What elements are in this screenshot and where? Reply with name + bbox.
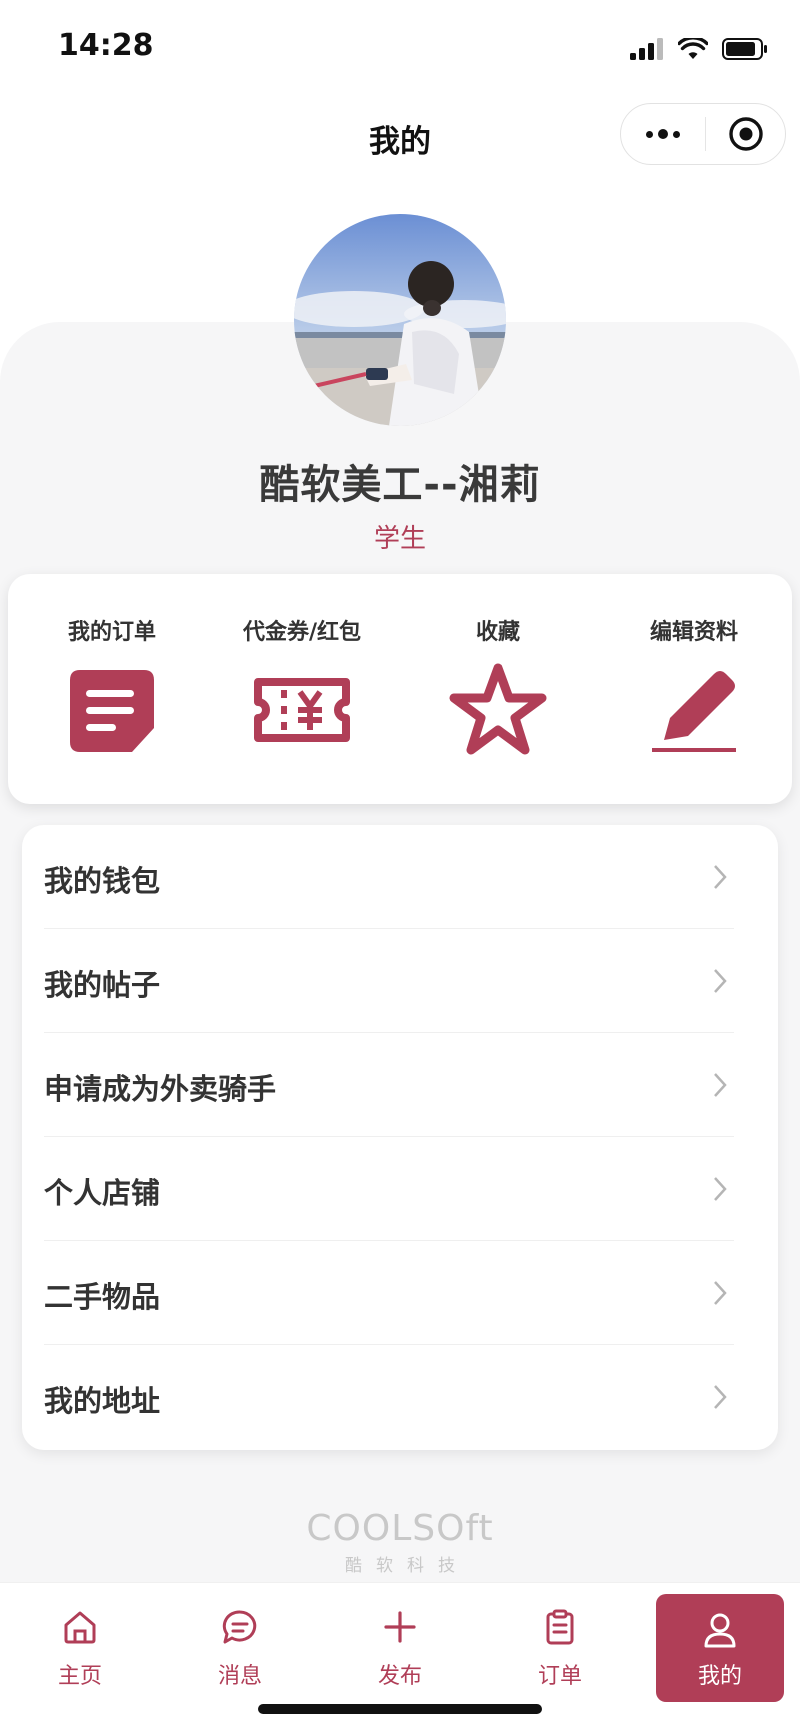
tab-label: 主页 — [57, 1664, 102, 1689]
edit-profile-button[interactable]: 编辑资料 — [614, 574, 774, 804]
mini-program-capsule — [620, 103, 786, 165]
menu-item-label: 二手物品 — [44, 1280, 161, 1314]
favorites-button[interactable]: 收藏 — [418, 574, 578, 804]
chevron-right-icon — [714, 865, 727, 889]
coupons-button[interactable]: 代金券/红包 — [222, 574, 382, 804]
tab-mine[interactable]: 我的 — [656, 1594, 784, 1702]
menu-item-personal-shop[interactable]: 个人店铺 — [22, 1137, 756, 1241]
wifi-icon — [678, 38, 708, 59]
user-role: 学生 — [373, 524, 426, 554]
coupons-label: 代金券/红包 — [242, 620, 362, 645]
menu-item-label: 个人店铺 — [44, 1176, 161, 1210]
star-icon — [449, 663, 547, 755]
status-time: 14:28 — [58, 28, 154, 63]
menu-item-wallet[interactable]: 我的钱包 — [22, 825, 756, 929]
menu-item-label: 我的地址 — [44, 1384, 161, 1418]
tab-label: 订单 — [537, 1664, 582, 1689]
menu-item-label: 申请成为外卖骑手 — [44, 1072, 277, 1106]
tab-label: 消息 — [217, 1664, 262, 1689]
chevron-right-icon — [714, 1281, 727, 1305]
my-orders-button[interactable]: 我的订单 — [32, 574, 192, 804]
chevron-right-icon — [714, 1177, 727, 1201]
status-bar: 14:28 — [0, 0, 800, 96]
menu-item-second-hand[interactable]: 二手物品 — [22, 1241, 756, 1345]
coupon-yen-icon — [254, 678, 350, 742]
menu-item-posts[interactable]: 我的帖子 — [22, 929, 756, 1033]
battery-icon — [722, 38, 767, 60]
dot-icon — [646, 130, 653, 138]
edit-profile-label: 编辑资料 — [649, 620, 738, 645]
tab-publish[interactable]: 发布 — [320, 1583, 480, 1713]
document-list-icon — [70, 670, 154, 752]
home-indicator — [258, 1704, 542, 1714]
menu-item-label: 我的帖子 — [44, 968, 161, 1002]
brand-name: COOLSOft — [306, 1508, 494, 1549]
chevron-right-icon — [714, 1385, 727, 1409]
brand-logo: COOLSOft 酷软科技 — [0, 1508, 800, 1576]
chevron-right-icon — [714, 969, 727, 993]
tab-orders[interactable]: 订单 — [480, 1583, 640, 1713]
pencil-icon — [652, 671, 736, 752]
user-icon — [704, 1613, 736, 1648]
avatar-photo — [294, 214, 506, 426]
my-orders-label: 我的订单 — [67, 620, 156, 645]
menu-item-label: 我的钱包 — [44, 864, 161, 898]
tab-home[interactable]: 主页 — [0, 1583, 160, 1713]
home-icon — [64, 1611, 96, 1644]
more-options-button[interactable] — [621, 129, 705, 139]
dot-icon — [658, 129, 668, 139]
tab-label: 发布 — [377, 1664, 422, 1689]
target-circle-icon — [728, 117, 763, 151]
menu-item-address[interactable]: 我的地址 — [22, 1345, 756, 1449]
cellular-signal-icon — [630, 38, 663, 60]
status-icons — [630, 34, 768, 64]
close-mini-program-button[interactable] — [706, 116, 785, 152]
plus-icon — [384, 1611, 416, 1643]
brand-subtitle: 酷软科技 — [345, 1556, 469, 1576]
dot-icon — [673, 130, 680, 138]
chat-bubble-icon — [222, 1610, 257, 1644]
user-name: 酷软美工--湘莉 — [259, 462, 541, 508]
chevron-right-icon — [714, 1073, 727, 1097]
tab-messages[interactable]: 消息 — [160, 1583, 320, 1713]
quick-actions-card: 我的订单 代金券/红包 收藏 编辑资料 — [8, 574, 792, 804]
navigation-bar: 我的 — [0, 96, 800, 176]
tab-label: 我的 — [697, 1664, 742, 1689]
avatar[interactable] — [294, 214, 506, 426]
menu-item-become-rider[interactable]: 申请成为外卖骑手 — [22, 1033, 756, 1137]
clipboard-icon — [546, 1609, 574, 1645]
favorites-label: 收藏 — [475, 620, 520, 645]
